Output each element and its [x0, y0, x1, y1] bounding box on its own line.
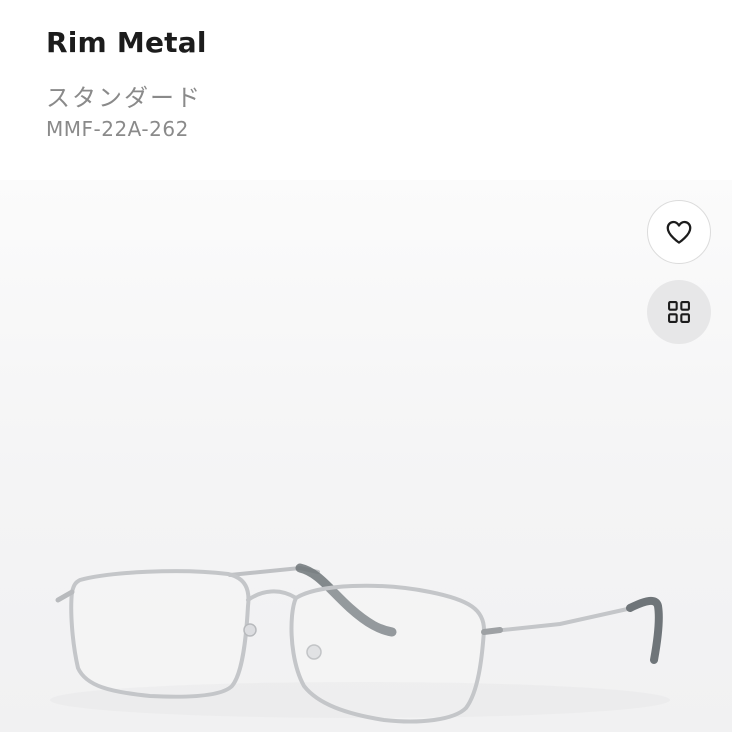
product-image	[0, 180, 732, 732]
product-model-code: MMF-22A-262	[46, 117, 189, 141]
favorite-button[interactable]	[647, 200, 711, 264]
glasses-illustration	[50, 563, 670, 724]
product-header: Rim Metal スタンダード MMF-22A-262	[0, 0, 732, 180]
grid-icon	[668, 301, 690, 323]
product-type-label: スタンダード	[46, 84, 202, 112]
heart-icon	[666, 220, 692, 244]
product-name: Rim Metal	[46, 26, 207, 59]
gallery-view-button[interactable]	[647, 280, 711, 344]
